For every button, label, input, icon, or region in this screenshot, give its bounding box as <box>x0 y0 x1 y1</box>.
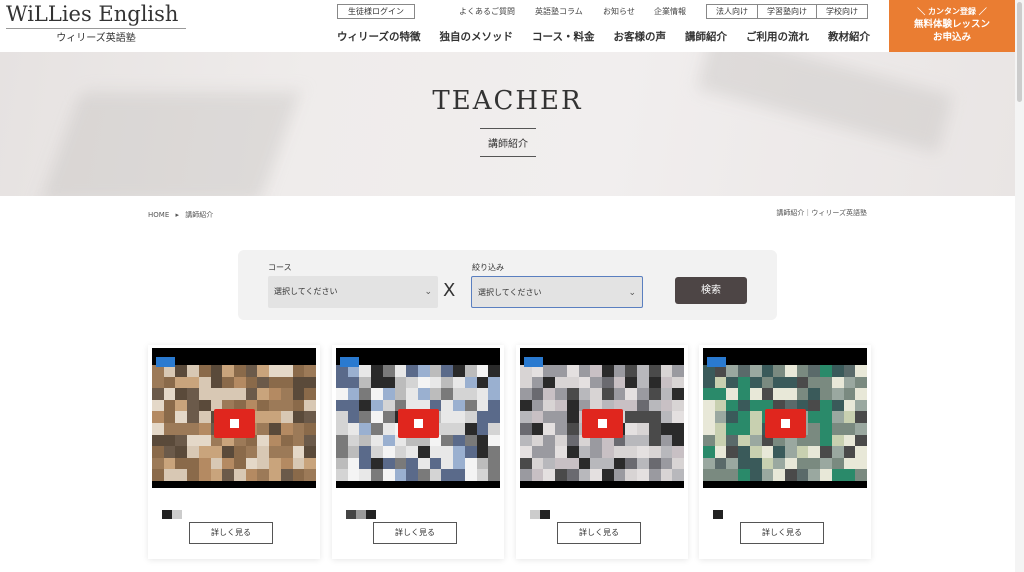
teacher-name-redacted <box>530 510 550 519</box>
channel-icon <box>524 357 543 367</box>
logo[interactable]: WiLLies English ウィリーズ英語塾 <box>6 1 186 45</box>
cta-tagline: ＼ カンタン登録 ／ <box>917 7 987 16</box>
free-trial-button[interactable]: ＼ カンタン登録 ／ 無料体験レッスン お申込み <box>889 0 1015 52</box>
nav-materials[interactable]: 教材紹介 <box>828 29 870 44</box>
logo-divider <box>6 28 186 29</box>
teacher-video[interactable] <box>520 348 684 488</box>
hero-banner: TEACHER 講師紹介 <box>0 52 1015 196</box>
breadcrumb: HOME ▸ 講師紹介 <box>148 210 213 220</box>
chevron-down-icon: ⌄ <box>628 288 636 298</box>
cta-label-2: お申込み <box>932 32 971 43</box>
audience-links: 法人向け 学習塾向け 学校向け <box>706 4 868 19</box>
details-button[interactable]: 詳しく見る <box>189 522 273 544</box>
news-link[interactable]: お知らせ <box>603 6 635 17</box>
school-link[interactable]: 学校向け <box>817 5 867 18</box>
filter-label: 絞り込み <box>472 263 504 272</box>
teacher-name-redacted <box>162 510 182 519</box>
details-button[interactable]: 詳しく見る <box>373 522 457 544</box>
course-label: コース <box>268 263 292 272</box>
nav-course[interactable]: コース・料金 <box>532 29 594 44</box>
page-subtitle: 講師紹介 <box>480 128 536 157</box>
logo-text: WiLLies English <box>6 2 179 26</box>
logo-subtitle: ウィリーズ英語塾 <box>56 33 136 44</box>
teacher-video[interactable] <box>703 348 867 488</box>
details-button[interactable]: 詳しく見る <box>740 522 824 544</box>
teacher-video[interactable] <box>152 348 316 488</box>
times-icon: X <box>443 280 456 301</box>
chevron-down-icon: ⌄ <box>424 287 432 297</box>
nav-teachers[interactable]: 講師紹介 <box>685 29 727 44</box>
page-title: TEACHER <box>432 86 583 116</box>
faq-link[interactable]: よくあるご質問 <box>459 6 515 17</box>
search-button[interactable]: 検索 <box>675 277 747 304</box>
main-nav: ウィリーズの特徴 独自のメソッド コース・料金 お客様の声 講師紹介 ご利用の流… <box>337 29 870 44</box>
company-link[interactable]: 企業情報 <box>654 6 686 17</box>
site-header: WiLLies English ウィリーズ英語塾 生徒様ログイン よくあるご質問… <box>0 0 1024 52</box>
breadcrumb-current: 講師紹介 <box>185 211 214 219</box>
play-icon[interactable] <box>214 409 255 438</box>
course-select[interactable]: 選択してください ⌄ <box>268 276 438 308</box>
teacher-name-redacted <box>346 510 376 519</box>
nav-features[interactable]: ウィリーズの特徴 <box>337 29 420 44</box>
teacher-name-redacted <box>713 510 723 519</box>
page-location: 講師紹介｜ウィリーズ英語塾 <box>776 209 867 217</box>
cram-school-link[interactable]: 学習塾向け <box>758 5 817 18</box>
channel-icon <box>707 357 726 367</box>
column-link[interactable]: 英語塾コラム <box>535 6 583 17</box>
nav-method[interactable]: 独自のメソッド <box>439 29 513 44</box>
details-button[interactable]: 詳しく見る <box>557 522 641 544</box>
corporate-link[interactable]: 法人向け <box>707 5 758 18</box>
channel-icon <box>340 357 359 367</box>
student-login-button[interactable]: 生徒様ログイン <box>337 4 415 19</box>
nav-flow[interactable]: ご利用の流れ <box>746 29 809 44</box>
breadcrumb-home[interactable]: HOME <box>148 211 169 219</box>
nav-voices[interactable]: お客様の声 <box>613 29 666 44</box>
play-icon[interactable] <box>398 409 439 438</box>
search-panel: コース 選択してください ⌄ X 絞り込み 選択してください ⌄ 検索 <box>238 250 777 320</box>
filter-select-value: 選択してください <box>478 288 542 297</box>
channel-icon <box>156 357 175 367</box>
play-icon[interactable] <box>765 409 806 438</box>
teacher-card: 詳しく見る <box>699 345 871 559</box>
course-select-value: 選択してください <box>274 287 338 296</box>
filter-select[interactable]: 選択してください ⌄ <box>471 276 643 308</box>
breadcrumb-separator: ▸ <box>175 211 179 219</box>
teacher-video[interactable] <box>336 348 500 488</box>
teacher-card: 詳しく見る <box>148 345 320 559</box>
teacher-card: 詳しく見る <box>516 345 688 559</box>
play-icon[interactable] <box>582 409 623 438</box>
teacher-card: 詳しく見る <box>332 345 504 559</box>
scrollbar[interactable] <box>1015 0 1024 572</box>
scrollbar-thumb[interactable] <box>1017 2 1022 102</box>
cta-label: 無料体験レッスン <box>913 19 990 30</box>
